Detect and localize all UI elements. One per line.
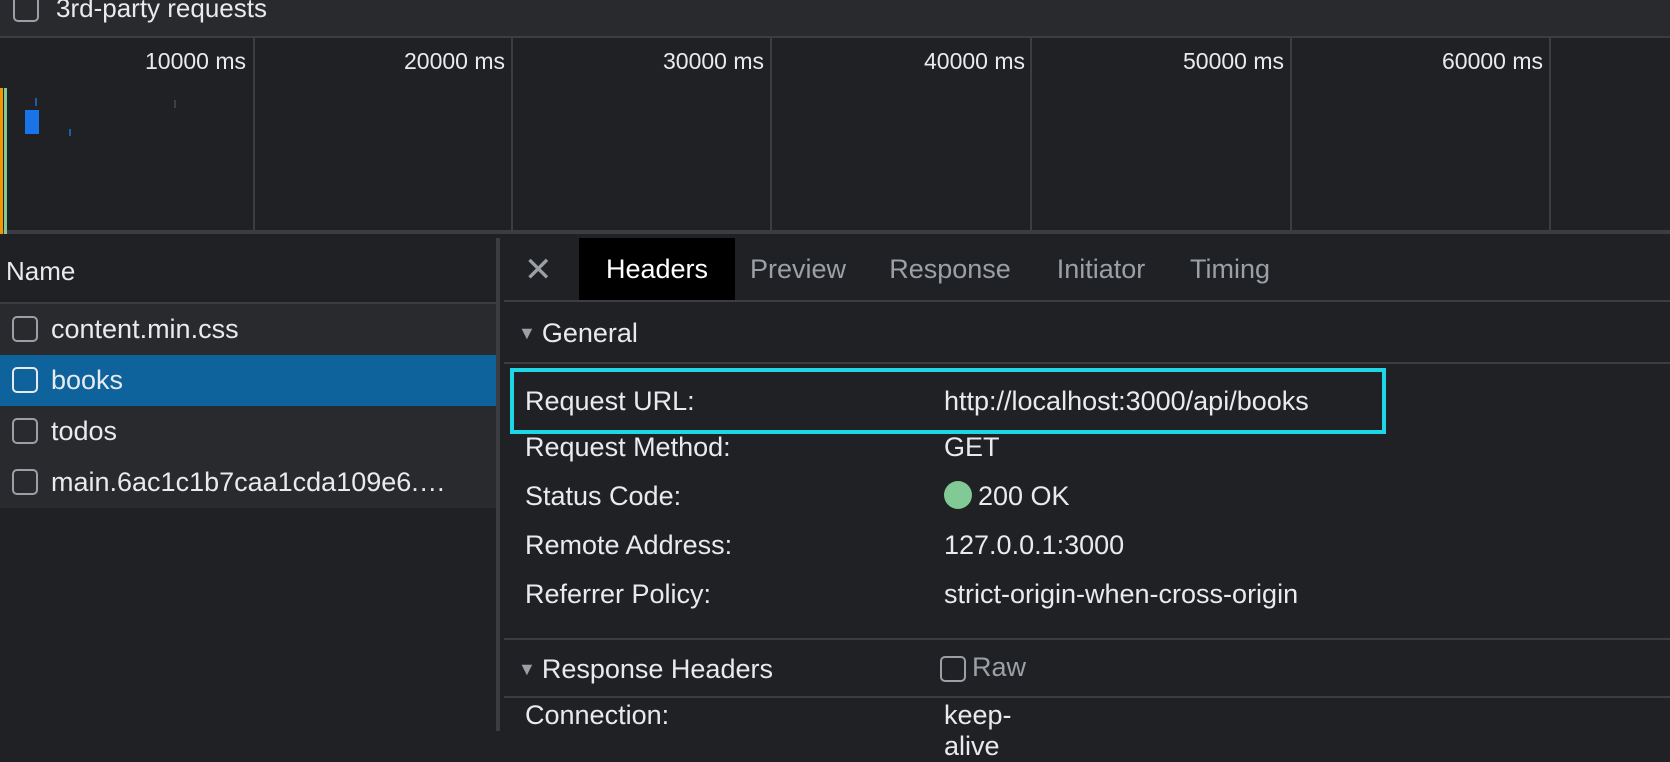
filter-bar: 3rd-party requests bbox=[0, 0, 1670, 38]
third-party-checkbox[interactable] bbox=[13, 0, 39, 22]
header-key: Remote Address: bbox=[525, 530, 733, 560]
header-value: GET bbox=[944, 432, 1000, 462]
tick-label: 10000 ms bbox=[144, 48, 246, 74]
header-row-remote-address: Remote Address: 127.0.0.1:3000 bbox=[504, 522, 1670, 568]
request-name: content.min.css bbox=[51, 314, 239, 344]
tab-response[interactable]: Response bbox=[874, 238, 1026, 300]
request-bar bbox=[25, 110, 39, 134]
header-key: Referrer Policy: bbox=[525, 579, 712, 609]
tick-line bbox=[253, 38, 255, 234]
header-value: 200 OK bbox=[944, 481, 1070, 512]
status-text: 200 OK bbox=[978, 481, 1070, 511]
header-row-request-url: Request URL: http://localhost:3000/api/b… bbox=[504, 378, 1670, 424]
request-row[interactable]: main.6ac1c1b7caa1cda109e6.… bbox=[0, 457, 496, 508]
header-key: Request URL: bbox=[525, 386, 695, 416]
request-bar bbox=[174, 100, 176, 108]
tick-label: 50000 ms bbox=[1182, 48, 1284, 74]
raw-label: Raw bbox=[972, 652, 1027, 682]
raw-toggle[interactable]: Raw bbox=[940, 652, 1026, 683]
network-overview[interactable]: 10000 ms 20000 ms 30000 ms 40000 ms 5000… bbox=[0, 38, 1670, 234]
request-bar bbox=[35, 98, 37, 106]
request-bar bbox=[69, 129, 71, 136]
header-key: Request Method: bbox=[525, 432, 731, 462]
triangle-down-icon: ▼ bbox=[518, 659, 536, 679]
tab-initiator[interactable]: Initiator bbox=[1037, 238, 1165, 300]
general-title: General bbox=[541, 318, 638, 348]
response-headers-title: Response Headers bbox=[541, 654, 773, 684]
row-checkbox[interactable] bbox=[12, 316, 38, 342]
request-name: todos bbox=[51, 416, 118, 446]
status-ok-icon bbox=[944, 481, 972, 509]
load-marker bbox=[4, 88, 7, 234]
name-column-header[interactable]: Name bbox=[0, 238, 496, 304]
third-party-label: 3rd-party requests bbox=[56, 0, 267, 23]
header-value: http://localhost:3000/api/books bbox=[944, 386, 1309, 416]
header-row-status-code: Status Code: 200 OK bbox=[504, 473, 1670, 519]
header-key: Connection: bbox=[525, 700, 670, 730]
header-key: Status Code: bbox=[525, 481, 682, 511]
tick-line bbox=[1549, 38, 1551, 234]
tick-label: 40000 ms bbox=[923, 48, 1025, 74]
tick-line bbox=[1290, 38, 1292, 234]
row-checkbox[interactable] bbox=[12, 367, 38, 393]
tick-label: 20000 ms bbox=[403, 48, 505, 74]
tick-line bbox=[1030, 38, 1032, 234]
request-name: main.6ac1c1b7caa1cda109e6.… bbox=[51, 467, 446, 497]
request-row[interactable]: todos bbox=[0, 406, 496, 457]
tick-label: 30000 ms bbox=[662, 48, 764, 74]
tick-line bbox=[770, 38, 772, 234]
header-value: strict-origin-when-cross-origin bbox=[944, 579, 1299, 609]
header-row-referrer-policy: Referrer Policy: strict-origin-when-cros… bbox=[504, 571, 1670, 617]
request-row-selected[interactable]: books bbox=[0, 355, 496, 406]
request-name: books bbox=[51, 365, 124, 395]
tab-timing[interactable]: Timing bbox=[1180, 238, 1280, 300]
dom-content-loaded-marker bbox=[0, 88, 3, 234]
triangle-down-icon: ▼ bbox=[518, 323, 536, 343]
request-list: Name content.min.css books todos main.6a… bbox=[0, 238, 500, 731]
detail-tabbar: ✕ Headers Preview Response Initiator Tim… bbox=[504, 238, 1670, 302]
general-section-header[interactable]: ▼ General bbox=[504, 304, 1670, 364]
close-icon[interactable]: ✕ bbox=[524, 250, 553, 290]
response-header-row: Connection: keep-alive bbox=[525, 700, 1012, 761]
row-checkbox[interactable] bbox=[12, 469, 38, 495]
header-value: keep-alive bbox=[944, 700, 1012, 761]
response-headers-section-header[interactable]: ▼ Response Headers Raw bbox=[504, 638, 1670, 698]
tick-label: 60000 ms bbox=[1441, 48, 1543, 74]
request-detail-panel: ✕ Headers Preview Response Initiator Tim… bbox=[504, 238, 1670, 761]
header-row-request-method: Request Method: GET bbox=[504, 424, 1670, 470]
tab-preview[interactable]: Preview bbox=[736, 238, 860, 300]
row-checkbox[interactable] bbox=[12, 418, 38, 444]
header-value: 127.0.0.1:3000 bbox=[944, 530, 1125, 560]
request-row[interactable]: content.min.css bbox=[0, 304, 496, 355]
tick-line bbox=[511, 38, 513, 234]
tab-headers[interactable]: Headers bbox=[579, 238, 735, 300]
raw-checkbox[interactable] bbox=[940, 656, 966, 682]
